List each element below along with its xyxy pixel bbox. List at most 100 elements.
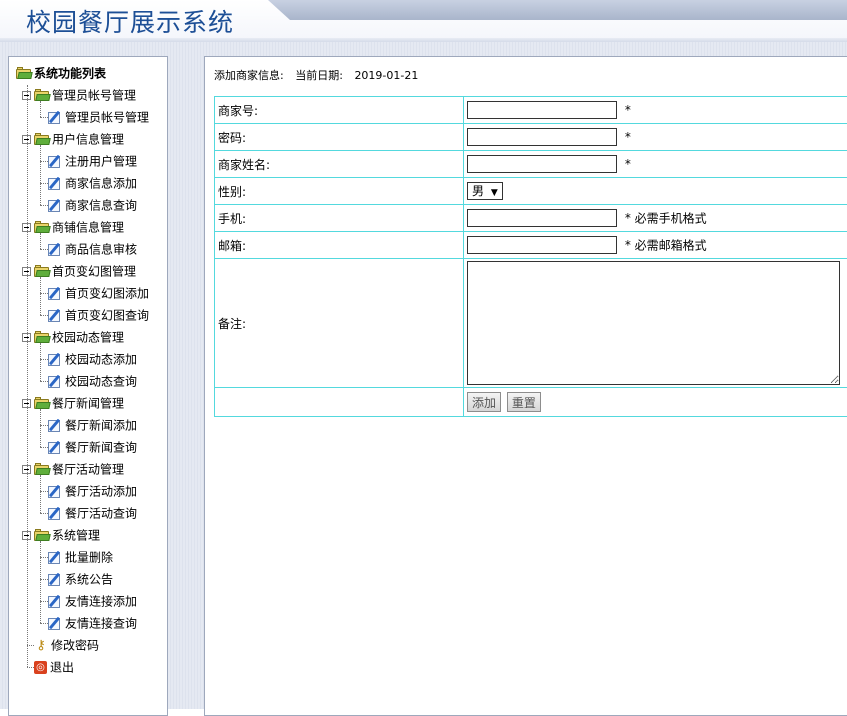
sidebar-item[interactable]: 批量删除: [48, 547, 113, 567]
edit-page-icon: [48, 353, 62, 367]
phone-input[interactable]: [467, 209, 617, 227]
sidebar-item-label: 校园动态添加: [65, 353, 137, 367]
sidebar-group[interactable]: 餐厅新闻管理: [34, 393, 124, 413]
tree-connector: [40, 161, 48, 162]
sidebar-item-label: 餐厅新闻添加: [65, 419, 137, 433]
sidebar-item[interactable]: 餐厅活动查询: [48, 503, 137, 523]
sidebar-item-label: 注册用户管理: [65, 155, 137, 169]
edit-page-icon: [48, 551, 62, 565]
gender-label: 性别:: [215, 178, 464, 205]
sidebar-group-label: 管理员帐号管理: [52, 89, 136, 103]
sidebar-item[interactable]: 商家信息查询: [48, 195, 137, 215]
sidebar-group[interactable]: 用户信息管理: [34, 129, 124, 149]
tree-connector: [27, 85, 28, 667]
form-row-email: 邮箱: * 必需邮箱格式: [215, 232, 847, 259]
tree-connector: [40, 101, 41, 117]
edit-page-icon: [48, 243, 62, 257]
sidebar-item[interactable]: 系统公告: [48, 569, 113, 589]
sidebar-item[interactable]: 友情连接查询: [48, 613, 137, 633]
tree-connector: [40, 343, 41, 381]
tree-connector: [40, 409, 41, 447]
merchant-no-input[interactable]: [467, 101, 617, 119]
sidebar-group-label: 餐厅新闻管理: [52, 397, 124, 411]
tree-connector: [40, 293, 48, 294]
phone-label: 手机:: [215, 205, 464, 232]
phone-hint: 必需手机格式: [635, 212, 707, 226]
merchant-no-label: 商家号:: [215, 97, 464, 124]
sidebar-item-label: 商家信息添加: [65, 177, 137, 191]
sidebar-item[interactable]: 校园动态添加: [48, 349, 137, 369]
sidebar-item-label: 餐厅活动添加: [65, 485, 137, 499]
merchant-name-input[interactable]: [467, 155, 617, 173]
sidebar-item[interactable]: 商家信息添加: [48, 173, 137, 193]
edit-page-icon: [48, 485, 62, 499]
sidebar-item[interactable]: 商品信息审核: [48, 239, 137, 259]
form-row-merchant-no: 商家号: *: [215, 97, 847, 124]
tree-connector: [40, 145, 41, 205]
add-button[interactable]: 添加: [467, 392, 501, 412]
sidebar-item-label: 系统公告: [65, 573, 113, 587]
sidebar-item[interactable]: 餐厅活动添加: [48, 481, 137, 501]
date-value: 2019-01-21: [354, 69, 418, 82]
gender-selected-value: 男: [472, 184, 484, 198]
sidebar-group[interactable]: 首页变幻图管理: [34, 261, 136, 281]
sidebar-item-label: 商品信息审核: [65, 243, 137, 257]
edit-page-icon: [48, 199, 62, 213]
edit-page-icon: [48, 441, 62, 455]
sidebar-item[interactable]: 校园动态查询: [48, 371, 137, 391]
email-input[interactable]: [467, 236, 617, 254]
sidebar-item-label: 批量删除: [65, 551, 113, 565]
sidebar-item-label: 修改密码: [51, 639, 99, 653]
sidebar-group[interactable]: 餐厅活动管理: [34, 459, 124, 479]
sidebar-item[interactable]: 首页变幻图查询: [48, 305, 149, 325]
required-mark: *: [625, 238, 631, 252]
edit-page-icon: [48, 177, 62, 191]
notes-textarea[interactable]: [467, 261, 840, 385]
tree-connector: [40, 623, 48, 624]
edit-page-icon: [48, 155, 62, 169]
merchant-no-cell: *: [464, 97, 847, 124]
password-input[interactable]: [467, 128, 617, 146]
sidebar-item-change-password[interactable]: ⚷修改密码: [34, 635, 99, 655]
folder-open-icon: [34, 90, 50, 102]
form-row-password: 密码: *: [215, 124, 847, 151]
sidebar-item-label: 校园动态查询: [65, 375, 137, 389]
tree-root[interactable]: 系统功能列表: [16, 63, 106, 83]
edit-page-icon: [48, 309, 62, 323]
sidebar-item[interactable]: 注册用户管理: [48, 151, 137, 171]
sidebar-group[interactable]: 系统管理: [34, 525, 100, 545]
tree-connector: [40, 513, 48, 514]
reset-button[interactable]: 重置: [507, 392, 541, 412]
sidebar-item-label: 友情连接添加: [65, 595, 137, 609]
gender-select[interactable]: 男 ▼: [467, 182, 503, 200]
gender-cell: 男 ▼: [464, 178, 847, 205]
sidebar-group[interactable]: 校园动态管理: [34, 327, 124, 347]
sidebar-item-label: 餐厅活动查询: [65, 507, 137, 521]
sidebar-group[interactable]: 商铺信息管理: [34, 217, 124, 237]
sidebar-item[interactable]: 友情连接添加: [48, 591, 137, 611]
sidebar-group-label: 用户信息管理: [52, 133, 124, 147]
tree-connector: [40, 359, 48, 360]
tree-connector: [40, 491, 48, 492]
sidebar-item[interactable]: 首页变幻图添加: [48, 283, 149, 303]
date-label: 当前日期:: [295, 69, 343, 82]
sidebar-item[interactable]: 餐厅新闻添加: [48, 415, 137, 435]
sidebar-group-label: 餐厅活动管理: [52, 463, 124, 477]
folder-open-icon: [16, 68, 32, 80]
folder-open-icon: [34, 398, 50, 410]
folder-open-icon: [34, 464, 50, 476]
app-header: 校园餐厅展示系统: [0, 0, 847, 40]
form-row-notes: 备注:: [215, 259, 847, 388]
edit-page-icon: [48, 287, 62, 301]
sidebar-item[interactable]: 管理员帐号管理: [48, 107, 149, 127]
phone-cell: * 必需手机格式: [464, 205, 847, 232]
sidebar-item-label: 首页变幻图添加: [65, 287, 149, 301]
sidebar-group[interactable]: 管理员帐号管理: [34, 85, 136, 105]
tree-connector: [40, 315, 48, 316]
form-row-merchant-name: 商家姓名: *: [215, 151, 847, 178]
sidebar-item[interactable]: 餐厅新闻查询: [48, 437, 137, 457]
folder-open-icon: [34, 332, 50, 344]
tree-connector: [40, 233, 41, 249]
sidebar-item-logout[interactable]: ◎退出: [34, 657, 74, 677]
tree-root-label: 系统功能列表: [34, 67, 106, 81]
